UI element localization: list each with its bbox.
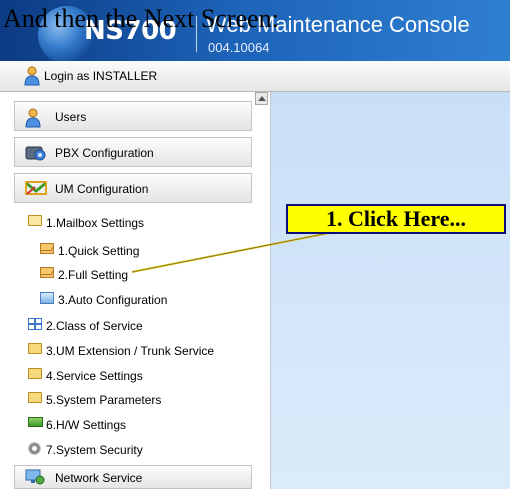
callout-label: 1. Click Here... bbox=[325, 206, 467, 231]
click-here-callout: 1. Click Here... bbox=[286, 204, 506, 234]
callout-leader-line bbox=[131, 231, 335, 273]
overlay-caption: And then the Next Screen: bbox=[3, 4, 279, 33]
